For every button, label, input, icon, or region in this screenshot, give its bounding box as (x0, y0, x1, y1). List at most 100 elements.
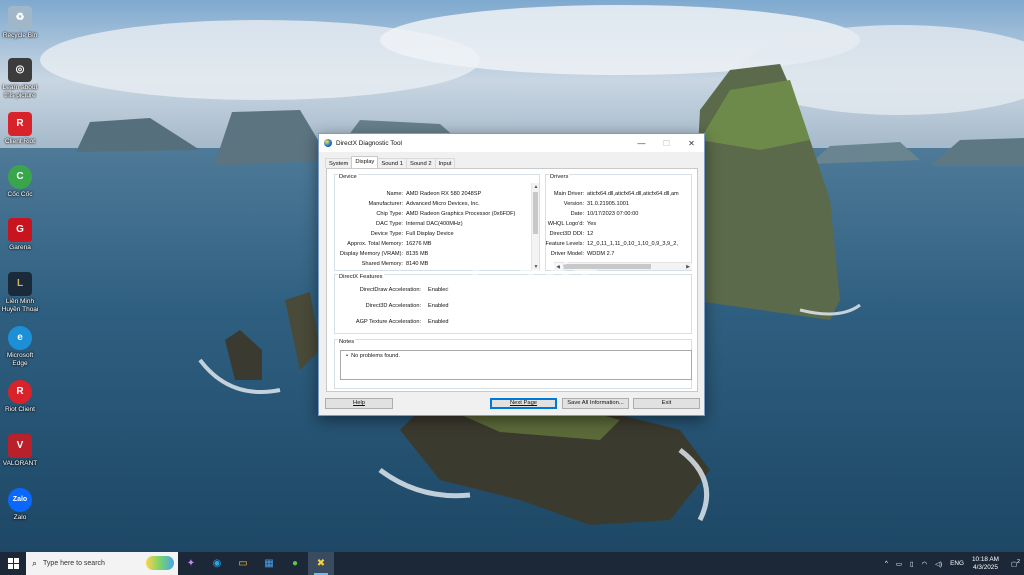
tab-sound-2[interactable]: Sound 2 (405, 158, 436, 168)
desktop-icon-valorant[interactable]: V VALORANT (0, 434, 40, 468)
device-row: Chip Type: AMD Radeon Graphics Processor … (376, 211, 516, 217)
dxdiag-taskbar-icon[interactable]: ✖ (308, 552, 334, 575)
driver-row: WHQL Logo'd: Yes (547, 221, 597, 227)
store-icon[interactable]: ▦ (256, 552, 282, 575)
device-row: Name: AMD Radeon RX 580 2048SP (386, 191, 482, 197)
help-button[interactable]: Help (325, 398, 393, 409)
desktop-icon-coccoc[interactable]: C Cốc Cốc (0, 165, 40, 199)
volume-icon[interactable]: ◁) (935, 560, 942, 568)
copilot-icon[interactable]: ✦ (178, 552, 204, 575)
recycle-bin-icon: ♻ (8, 6, 32, 30)
title-bar[interactable]: DirectX Diagnostic Tool — ☐ ✕ (319, 134, 704, 152)
drivers-group: Drivers Main Driver: aticfx64.dll,aticfx6… (545, 174, 692, 271)
caption-buttons: — ☐ ✕ (629, 134, 704, 152)
notes-item: • No problems found. (346, 353, 400, 359)
search-highlight-icon (146, 556, 174, 570)
taskbar-search-box[interactable]: ⌕ Type here to search (26, 552, 178, 575)
device-group-title: Device (338, 174, 358, 180)
device-row: Approx. Total Memory: 16276 MB (347, 241, 432, 247)
driver-row: Feature Levels: 12_0,11_1,11_0,10_1,10_0,… (546, 241, 678, 247)
driver-row: Main Driver: aticfx64.dll,aticfx64.dll,at… (553, 191, 679, 197)
next-page-button[interactable]: Next Page (490, 398, 557, 409)
desktop-icon-garena[interactable]: G Garena (0, 218, 40, 252)
desktop-icon-zalo[interactable]: Zalo Zalo (0, 488, 40, 522)
scroll-up-icon[interactable]: ▲ (532, 183, 540, 191)
windows-logo-icon (7, 558, 19, 569)
valorant-icon: V (8, 434, 32, 458)
coccoc-taskbar-icon[interactable]: ● (282, 552, 308, 575)
camera-icon: ◎ (8, 58, 32, 82)
desktop-icon-recycle-bin[interactable]: ♻ Recycle Bin (0, 6, 40, 40)
close-button[interactable]: ✕ (679, 134, 704, 152)
tab-strip: System Display Sound 1 Sound 2 Input (325, 156, 456, 168)
desktop-icon-learn-picture[interactable]: ◎ Learn about this picture (0, 58, 40, 100)
chotot-watermark: chợTỐT (446, 262, 595, 306)
desktop-icon-label: Riot Client (5, 406, 35, 413)
tab-display[interactable]: Display (351, 156, 379, 168)
features-group-title: DirectX Features (338, 274, 384, 280)
notes-group: Notes • No problems found. (334, 339, 692, 389)
driver-row: Direct3D DDI: 12 (549, 231, 594, 237)
driver-row: Date: 10/17/2023 07:00:00 (570, 211, 639, 217)
desktop-icon-edge[interactable]: e Microsoft Edge (0, 326, 40, 368)
desktop-icon-label: Learn about this picture (2, 84, 38, 99)
desktop-icon-label: Zalo (13, 514, 27, 521)
device-row: Device Type: Full Display Device (370, 231, 454, 237)
scroll-thumb[interactable] (533, 192, 538, 234)
system-tray: ^ ▭ ▯ ◠ ◁) ENG 10:18 AM 4/3/2025 ▢2 (881, 552, 1024, 575)
desktop-icon-label: Liên Minh Huyền Thoại (1, 298, 39, 313)
clock[interactable]: 10:18 AM 4/3/2025 (972, 556, 999, 572)
riot-client-icon: R (8, 380, 32, 404)
network-icon[interactable]: ▭ (896, 560, 902, 568)
directx-icon (324, 139, 332, 147)
language-indicator[interactable]: ENG (950, 560, 964, 567)
search-icon: ⌕ (32, 558, 38, 568)
desktop-icon-label: Cốc Cốc (7, 191, 33, 198)
desktop-icon-label: Garena (9, 244, 31, 251)
wifi-icon[interactable]: ◠ (921, 560, 927, 568)
notification-center-icon[interactable]: ▢2 (1011, 559, 1020, 568)
device-row: Display Memory (VRAM): 8135 MB (339, 251, 429, 257)
lol-icon: L (8, 272, 32, 296)
battery-icon[interactable]: ▯ (910, 560, 914, 568)
driver-row: Version: 31.0.21905.1001 (563, 201, 629, 207)
maximize-button: ☐ (662, 138, 671, 148)
garena-icon: G (8, 218, 32, 242)
tab-input[interactable]: Input (434, 158, 456, 168)
exit-button[interactable]: Exit (633, 398, 700, 409)
desktop-icon-label: VALORANT (2, 460, 38, 467)
device-scrollbar[interactable]: ▲ ▼ (531, 183, 539, 271)
tab-sound-1[interactable]: Sound 1 (377, 158, 407, 168)
notes-group-title: Notes (338, 339, 356, 345)
drivers-group-title: Drivers (549, 174, 570, 180)
search-placeholder: Type here to search (43, 560, 105, 567)
desktop-icon-riot-client[interactable]: R Riot Client (0, 380, 40, 414)
feature-row: AGP Texture Acceleration: Enabled (355, 319, 449, 325)
edge-taskbar-icon[interactable]: ◉ (204, 552, 230, 575)
driver-row: Driver Model: WDDM 2.7 (550, 251, 615, 257)
desktop-icon-lien-minh[interactable]: L Liên Minh Huyền Thoại (0, 272, 40, 314)
desktop-icon-client-riot[interactable]: R Client Riot (0, 112, 40, 146)
desktop-icon-label: Client Riot (5, 138, 35, 145)
minimize-button[interactable]: — (629, 134, 654, 152)
device-list: Name: AMD Radeon RX 580 2048SP Manufactur… (335, 189, 531, 271)
start-button[interactable] (0, 552, 26, 575)
save-all-information-button[interactable]: Save All Information... (562, 398, 629, 409)
tab-system[interactable]: System (325, 158, 353, 168)
device-row: Manufacturer: Advanced Micro Devices, Inc… (368, 201, 480, 207)
file-explorer-icon[interactable]: ▭ (230, 552, 256, 575)
drivers-list: Main Driver: aticfx64.dll,aticfx64.dll,at… (546, 189, 692, 263)
device-row: DAC Type: Internal DAC(400MHz) (376, 221, 463, 227)
edge-icon: e (8, 326, 32, 350)
coccoc-icon: C (8, 165, 32, 189)
tray-chevron-icon[interactable]: ^ (885, 560, 888, 567)
notes-list[interactable]: • No problems found. (340, 350, 692, 380)
window-title: DirectX Diagnostic Tool (336, 139, 402, 147)
riot-icon: R (8, 112, 32, 136)
taskbar: ⌕ Type here to search ✦ ◉ ▭ ▦ ● ✖ ^ ▭ ▯ … (0, 552, 1024, 575)
notification-count: 2 (1017, 558, 1020, 565)
clock-date: 4/3/2025 (973, 563, 998, 571)
scroll-right-icon[interactable]: ▶ (684, 263, 692, 271)
desktop-icon-label: Recycle Bin (2, 32, 38, 39)
device-group: Device Name: AMD Radeon RX 580 2048SP Man… (334, 174, 540, 271)
